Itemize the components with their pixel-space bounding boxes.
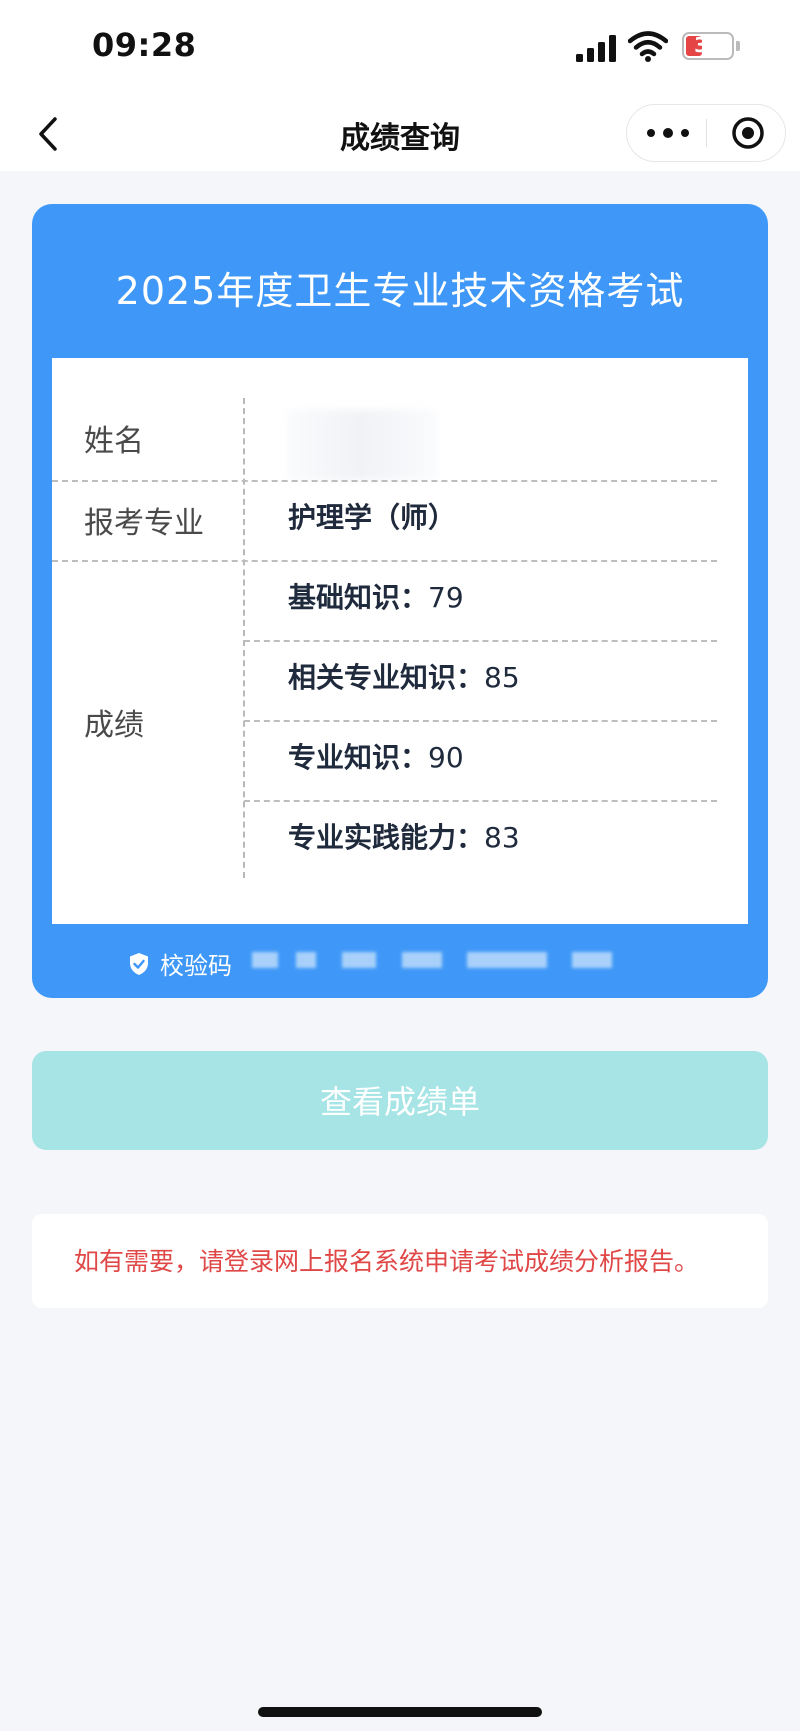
- name-label: 姓名: [84, 424, 144, 459]
- status-bar: 09:28 34: [0, 0, 800, 95]
- score-value: 85: [484, 661, 520, 694]
- row-divider: [244, 800, 717, 802]
- score-value: 83: [484, 821, 520, 854]
- signal-icon: [576, 34, 618, 62]
- result-card: 2025年度卫生专业技术资格考试 姓名 报考专业 护理学（师） 成绩 基础知识：…: [32, 204, 768, 998]
- row-divider: [52, 480, 717, 482]
- notice-box: 如有需要，请登录网上报名系统申请考试成绩分析报告。: [32, 1214, 768, 1308]
- verify-code-redacted: [252, 946, 612, 974]
- major-label: 报考专业: [84, 506, 204, 541]
- verify-code-row: 校验码: [128, 946, 232, 981]
- more-dots-icon[interactable]: [637, 113, 697, 153]
- status-time: 09:28: [92, 26, 197, 64]
- score-label: 成绩: [84, 708, 144, 743]
- column-divider: [243, 398, 245, 878]
- score-row-professional: 专业知识：90: [288, 736, 464, 776]
- capsule-divider: [706, 119, 707, 147]
- score-subject: 相关专业知识：: [288, 661, 485, 694]
- view-transcript-label: 查看成绩单: [319, 1084, 480, 1120]
- score-row-basic: 基础知识：79: [288, 576, 464, 616]
- wifi-icon: [628, 31, 668, 62]
- battery-tip: [736, 41, 740, 51]
- row-divider: [244, 720, 717, 722]
- score-value: 90: [428, 741, 464, 774]
- major-value: 护理学（师）: [288, 501, 457, 534]
- score-row-practice: 专业实践能力：83: [288, 816, 520, 856]
- verify-label: 校验码: [160, 952, 232, 980]
- view-transcript-button[interactable]: 查看成绩单: [32, 1051, 768, 1150]
- score-subject: 专业实践能力：: [288, 821, 485, 854]
- name-value-redacted: [287, 410, 437, 480]
- nav-bar: 成绩查询: [0, 95, 800, 171]
- target-icon[interactable]: [723, 113, 773, 153]
- row-divider: [52, 560, 717, 562]
- home-indicator: [258, 1707, 542, 1717]
- result-table: 姓名 报考专业 护理学（师） 成绩 基础知识：79 相关专业知识：85 专业知识…: [52, 358, 748, 924]
- shield-check-icon: [130, 952, 148, 975]
- score-subject: 基础知识：: [288, 581, 429, 614]
- score-row-related: 相关专业知识：85: [288, 656, 520, 696]
- score-value: 79: [428, 581, 464, 614]
- row-divider: [244, 640, 717, 642]
- battery-level-text: 34: [694, 33, 722, 57]
- score-subject: 专业知识：: [288, 741, 429, 774]
- notice-text: 如有需要，请登录网上报名系统申请考试成绩分析报告。: [74, 1247, 700, 1276]
- battery-icon: 34: [682, 32, 734, 60]
- mini-program-capsule: [626, 104, 786, 162]
- exam-title: 2025年度卫生专业技术资格考试: [115, 269, 685, 313]
